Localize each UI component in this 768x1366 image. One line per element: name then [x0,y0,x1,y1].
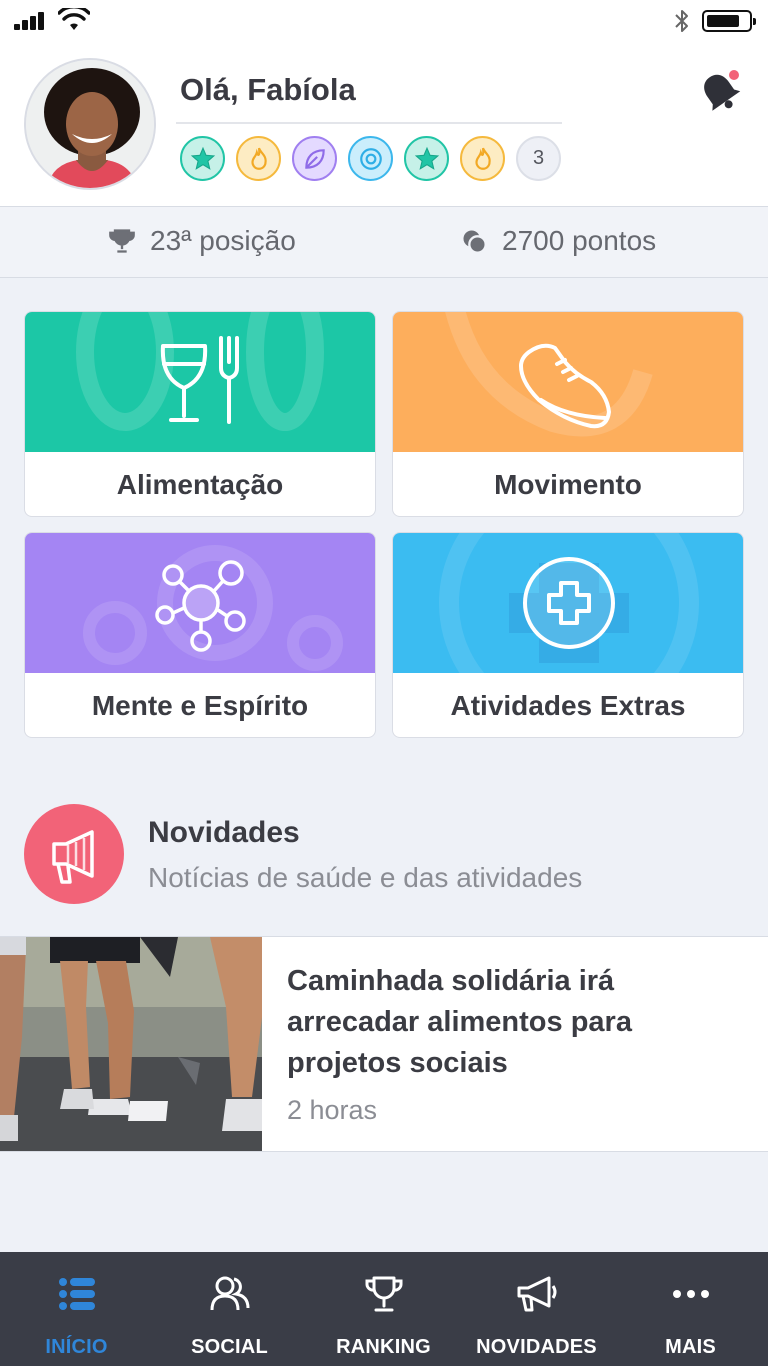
badge-flame[interactable] [460,136,505,181]
ranking-position[interactable]: 23ª posição [108,225,296,257]
tab-novidades[interactable]: NOVIDADES [460,1252,613,1366]
news-headline: Caminhada solidária irá arrecadar alimen… [287,965,632,1079]
tab-label: MAIS [665,1336,716,1358]
flame-icon [250,147,267,170]
greeting-text: Olá, Fabíola [180,72,356,107]
category-card-atividades-extras[interactable]: Atividades Extras [392,532,744,738]
target-icon [359,147,382,170]
category-label: Movimento [494,469,642,500]
more-dots-icon [672,1290,709,1298]
plus-circle-icon [523,557,615,649]
cellular-signal-icon [14,12,48,30]
category-card-mente-espirito[interactable]: Mente e Espírito [24,532,376,738]
battery-icon [702,10,756,32]
users-icon [210,1276,249,1311]
card-banner [25,312,375,452]
star-icon [190,146,215,170]
trophy-icon [364,1276,403,1312]
news-thumbnail [0,937,262,1151]
badge-target[interactable] [348,136,393,181]
notification-bell-icon[interactable] [695,66,745,116]
tab-ranking[interactable]: RANKING [307,1252,460,1366]
tab-mais[interactable]: MAIS [614,1252,767,1366]
news-section-title: Novidades [148,816,300,849]
stats-bar: 23ª posição 2700 pontos [0,206,768,278]
tab-social[interactable]: SOCIAL [153,1252,306,1366]
news-timestamp: 2 horas [287,1095,378,1125]
card-banner [393,533,743,673]
flame-icon [474,147,491,170]
news-item[interactable]: Caminhada solidária irá arrecadar alimen… [0,936,768,1152]
avatar[interactable] [24,58,156,190]
more-badges-count[interactable]: 3 [516,136,561,181]
tab-label: RANKING [336,1336,431,1358]
tab-inicio[interactable]: INÍCIO [0,1252,153,1366]
tab-label: INÍCIO [45,1336,108,1358]
megaphone-icon [52,830,94,884]
points-text: 2700 pontos [502,225,657,256]
badge-list: 3 [180,136,561,181]
category-label: Mente e Espírito [91,690,309,721]
trophy-icon [109,229,135,253]
badge-leaf[interactable] [292,136,337,181]
tab-label: NOVIDADES [476,1336,597,1358]
wifi-icon [58,8,90,30]
card-banner [25,533,375,673]
points-total[interactable]: 2700 pontos [460,225,656,257]
category-label: Atividades Extras [450,690,686,721]
news-icon-badge [24,804,124,904]
badge-flame[interactable] [236,136,281,181]
status-bar [0,0,768,42]
card-banner [393,312,743,452]
bluetooth-icon [675,10,688,32]
star-icon [414,146,439,170]
leaf-icon [304,148,325,169]
badge-star[interactable] [180,136,225,181]
list-icon [58,1278,95,1310]
ranking-position-text: 23ª posição [150,225,296,256]
category-card-alimentacao[interactable]: Alimentação [24,311,376,517]
bottom-tab-bar: INÍCIO SOCIAL RANKING NOVIDADES MAIS [0,1252,768,1366]
divider [176,122,562,124]
news-section-subtitle: Notícias de saúde e das atividades [148,862,583,893]
news-section-header[interactable]: Novidades Notícias de saúde e das ativid… [0,800,768,910]
coins-icon [463,230,487,254]
badge-star[interactable] [404,136,449,181]
profile-header: Olá, Fabíola 3 [0,42,768,206]
category-card-movimento[interactable]: Movimento [392,311,744,517]
tab-label: SOCIAL [191,1336,268,1358]
megaphone-icon [517,1276,556,1312]
category-label: Alimentação [116,469,284,500]
